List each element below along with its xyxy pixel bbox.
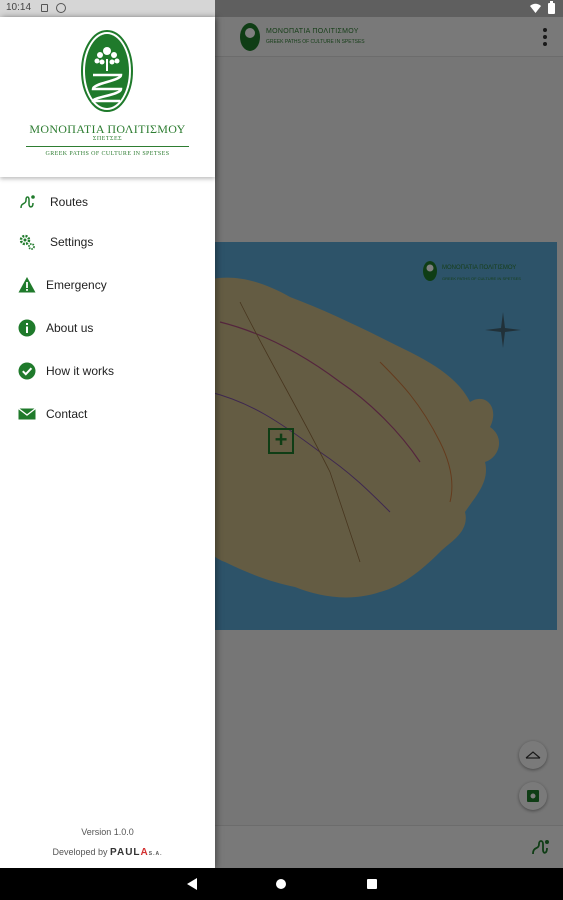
home-icon[interactable] <box>276 879 286 889</box>
sync-icon <box>56 3 66 13</box>
app-version: Version 1.0.0 <box>81 827 134 837</box>
brand-title: ΜΟΝΟΠΑΤΙΑ ΠΟΛΙΤΙΣΜΟΥ <box>29 122 186 136</box>
info-icon <box>18 319 36 337</box>
menu-label-emergency: Emergency <box>46 278 107 292</box>
wifi-icon <box>530 3 541 13</box>
navigation-drawer: ΜΟΝΟΠΑΤΙΑ ΠΟΛΙΤΙΣΜΟΥ ΣΠΕΤΣΕΣ GREEK PATHS… <box>0 17 215 868</box>
check-circle-icon <box>18 362 36 380</box>
back-icon[interactable] <box>185 877 199 891</box>
status-bar: 10:14 <box>0 0 563 17</box>
brand-subtitle: GREEK PATHS OF CULTURE IN SPETSES <box>45 151 170 157</box>
menu-item-emergency[interactable]: Emergency <box>0 265 215 305</box>
developer-logo-suffix: S.A. <box>148 851 163 857</box>
menu-label-contact: Contact <box>46 407 88 421</box>
menu-item-about-us[interactable]: About us <box>0 308 215 348</box>
brand-divider <box>26 146 189 147</box>
developer-logo[interactable]: PAULAS.A. <box>110 847 162 858</box>
developer-logo-text: PAUL <box>110 847 141 858</box>
menu-item-settings[interactable]: Settings <box>0 222 215 262</box>
recents-icon[interactable] <box>367 879 377 889</box>
menu-item-routes[interactable]: Routes <box>0 182 215 222</box>
menu-item-contact[interactable]: Contact <box>0 394 215 434</box>
warning-icon <box>18 277 36 293</box>
system-nav-bar <box>0 868 563 900</box>
status-bar-right <box>215 0 563 17</box>
brand-area: ΣΠΕΤΣΕΣ <box>92 136 123 142</box>
settings-icon <box>19 234 35 250</box>
battery-icon <box>548 1 555 14</box>
status-time: 10:14 <box>6 2 32 13</box>
status-bar-left <box>0 0 215 17</box>
brand-logo-icon <box>81 30 133 112</box>
drawer-header: ΜΟΝΟΠΑΤΙΑ ΠΟΛΙΤΙΣΜΟΥ ΣΠΕΤΣΕΣ GREEK PATHS… <box>0 17 215 177</box>
sim-icon <box>41 4 48 12</box>
menu-label-about-us: About us <box>46 321 94 335</box>
menu-item-how-it-works[interactable]: How it works <box>0 351 215 391</box>
menu-label-routes: Routes <box>50 195 89 209</box>
menu-label-how-it-works: How it works <box>46 364 115 378</box>
mail-icon <box>18 407 36 420</box>
developed-by-label: Developed by <box>52 847 108 857</box>
menu-label-settings: Settings <box>50 235 94 249</box>
route-icon <box>20 195 35 209</box>
developer-credit: Developed by PAULAS.A. <box>0 847 215 858</box>
developer-logo-accent: A <box>140 847 149 858</box>
